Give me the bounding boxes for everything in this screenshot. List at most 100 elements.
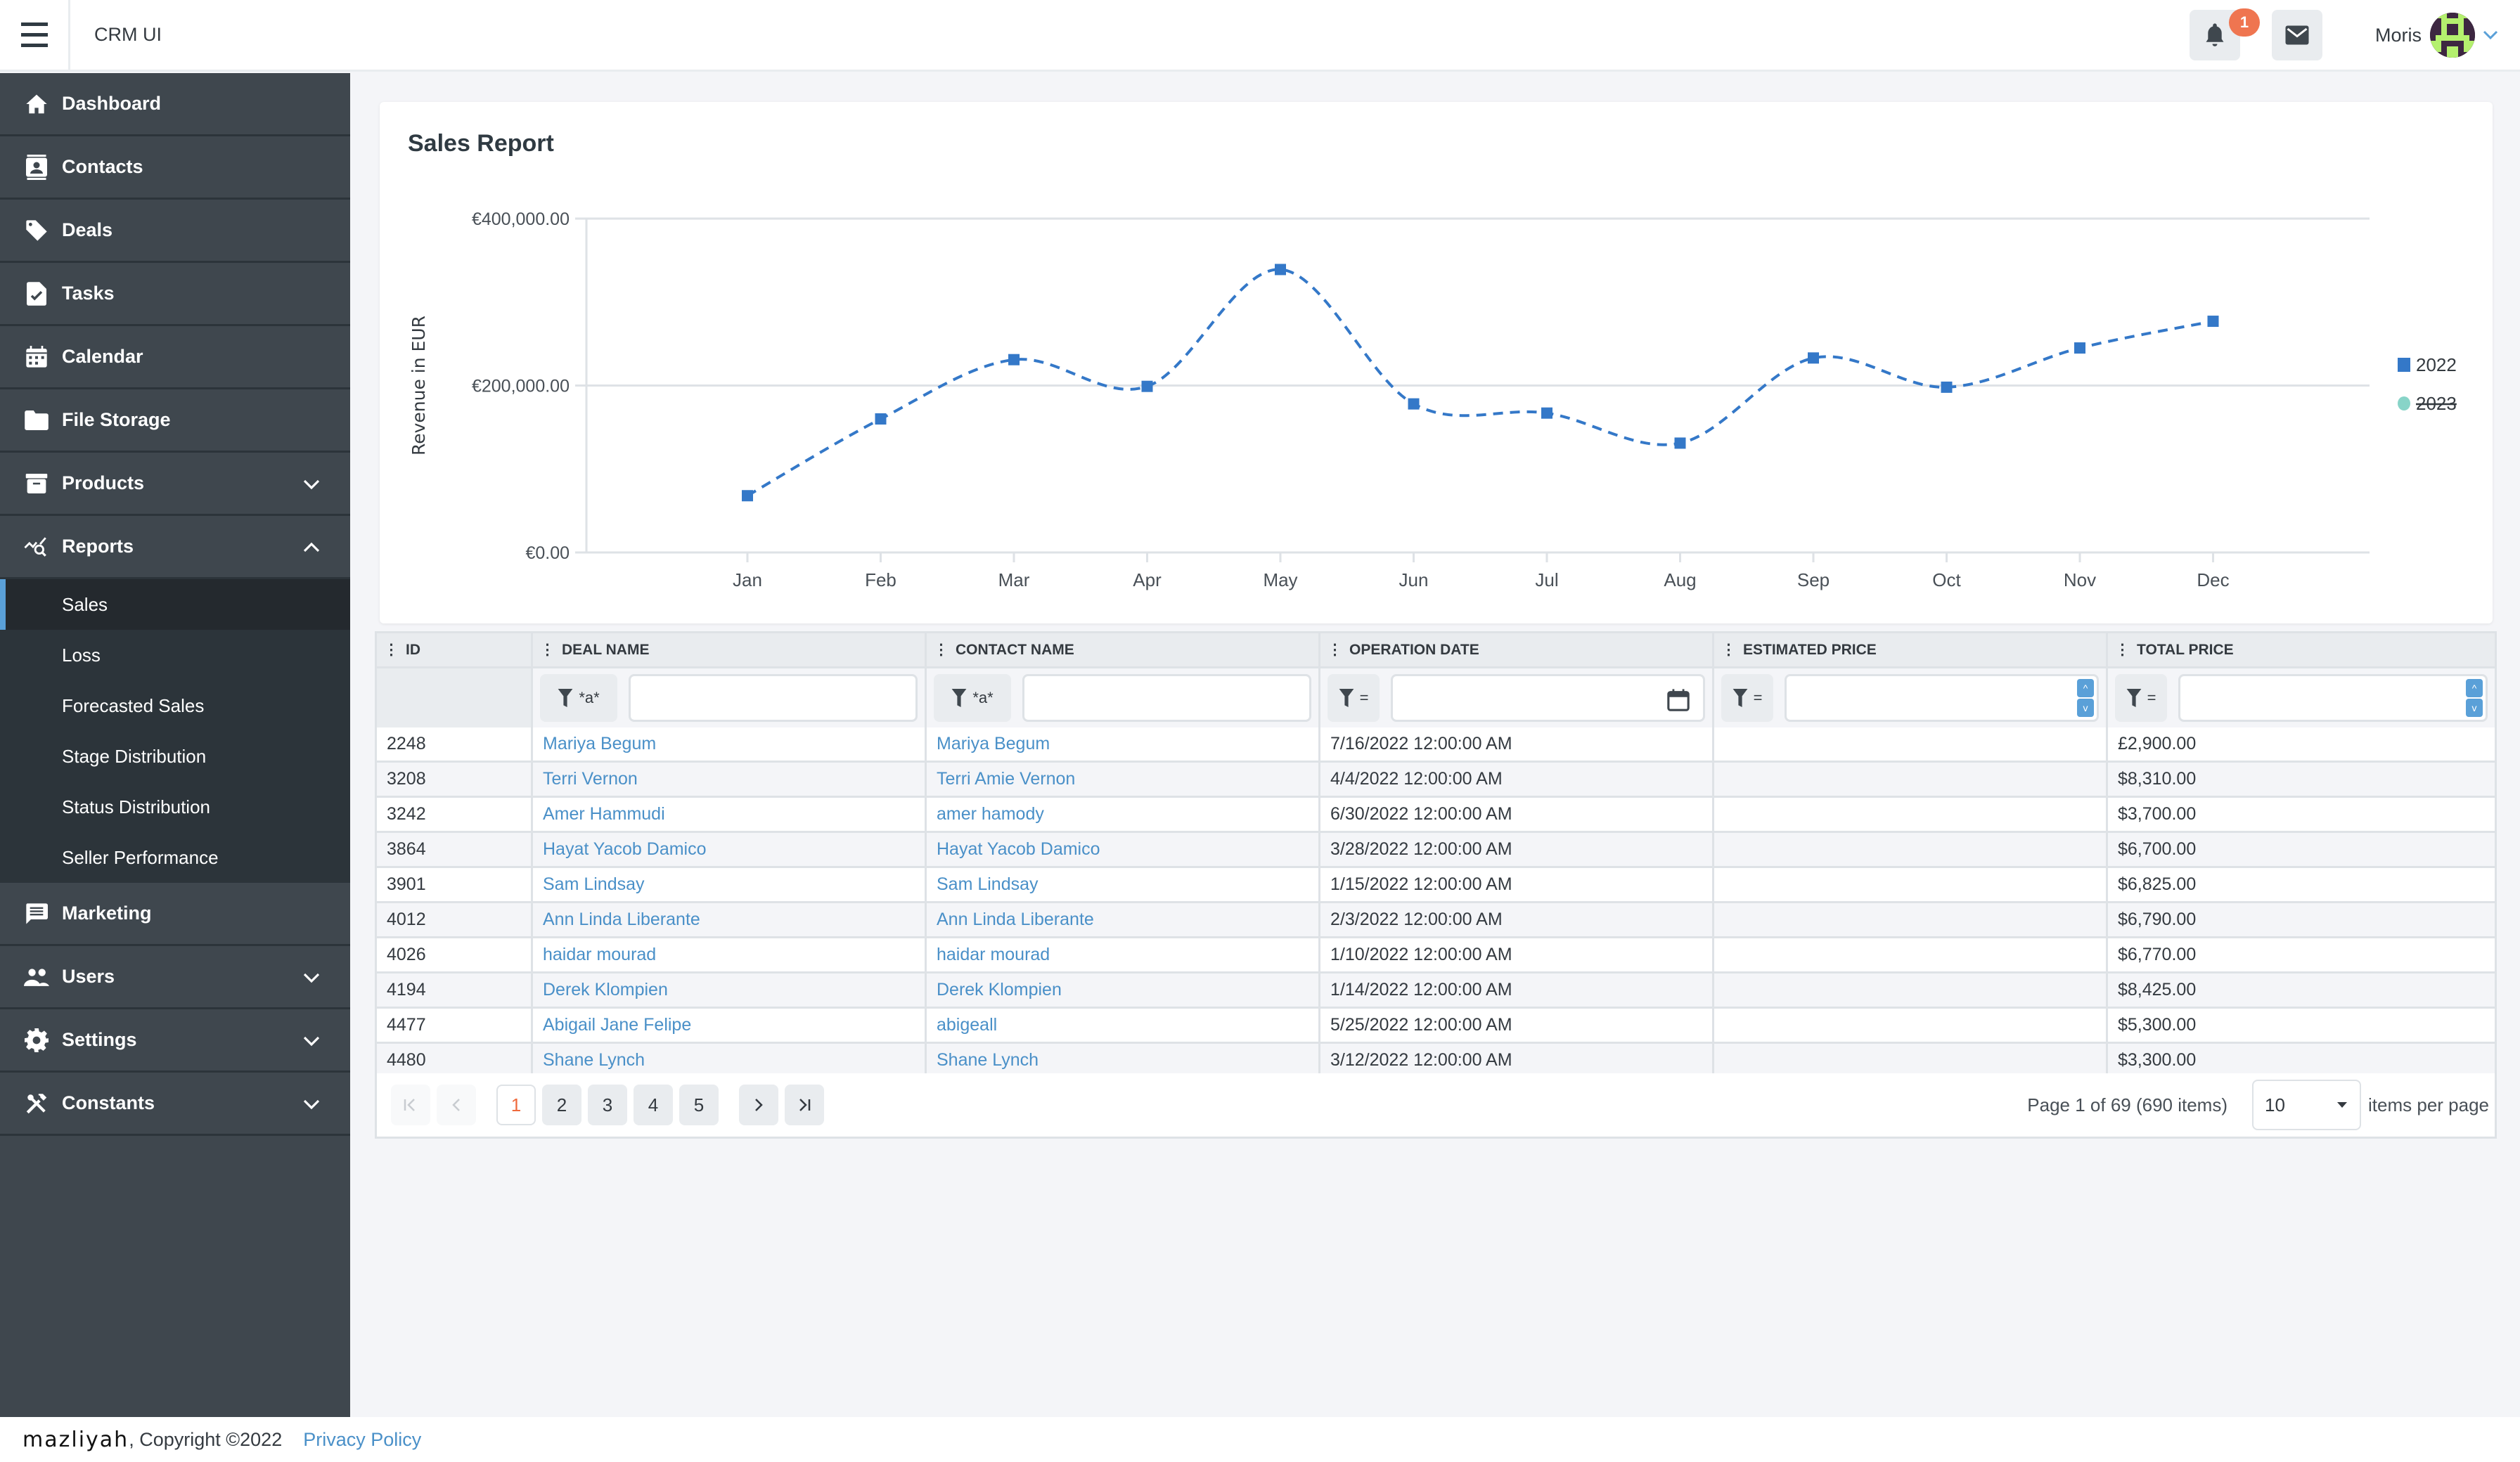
x-tick-label: Oct [1932, 569, 1961, 590]
deal-name-link[interactable]: Abigail Jane Felipe [533, 1009, 927, 1042]
sidebar-item-reports[interactable]: Reports [0, 516, 350, 579]
column-menu-icon[interactable]: ⋮ [540, 641, 555, 659]
sidebar-item-calendar[interactable]: Calendar [0, 326, 350, 389]
column-header-total-price[interactable]: ⋮ Total Price [2108, 633, 2495, 666]
decrement-button[interactable]: v [2466, 699, 2483, 717]
contact-name-link[interactable]: Hayat Yacob Damico [927, 833, 1320, 866]
user-name[interactable]: Moris [2375, 25, 2422, 46]
page-button-2[interactable]: 2 [542, 1085, 581, 1125]
sidebar-item-contacts[interactable]: Contacts [0, 136, 350, 200]
filter-cell-operation-date: = [1320, 668, 1714, 727]
sidebar-item-marketing[interactable]: Marketing [0, 883, 350, 946]
table-row[interactable]: 3208 Terri Vernon Terri Amie Vernon 4/4/202… [377, 763, 2495, 798]
column-menu-icon[interactable]: ⋮ [384, 641, 399, 659]
sidebar-item-constants[interactable]: Constants [0, 1073, 350, 1136]
table-row[interactable]: 3242 Amer Hammudi amer hamody 6/30/2022 12:… [377, 798, 2495, 833]
avatar[interactable] [2430, 13, 2475, 58]
privacy-policy-link[interactable]: Privacy Policy [303, 1429, 421, 1451]
submenu-item-stage-distribution[interactable]: Stage Distribution [0, 731, 350, 782]
next-page-button[interactable] [739, 1085, 778, 1125]
deal-name-link[interactable]: Amer Hammudi [533, 798, 927, 831]
column-header-estimated-price[interactable]: ⋮ Estimated Price [1714, 633, 2108, 666]
deal-name-link[interactable]: Hayat Yacob Damico [533, 833, 927, 866]
deal-name-filter-input[interactable] [629, 674, 918, 722]
table-row[interactable]: 4012 Ann Linda Liberante Ann Linda Liberan… [377, 903, 2495, 938]
table-row[interactable]: 4194 Derek Klompien Derek Klompien 1/14/202… [377, 973, 2495, 1009]
filter-operator-button[interactable]: *a* [934, 674, 1011, 722]
increment-button[interactable]: ^ [2466, 679, 2483, 697]
filter-operator-button[interactable]: = [1721, 674, 1773, 722]
deal-name-link[interactable]: Terri Vernon [533, 763, 927, 796]
table-row[interactable]: 2248 Mariya Begum Mariya Begum 7/16/2022 12… [377, 727, 2495, 763]
column-header-id[interactable]: ⋮ ID [377, 633, 533, 666]
deal-name-link[interactable]: Sam Lindsay [533, 868, 927, 901]
deal-name-link[interactable]: Mariya Begum [533, 727, 927, 761]
contact-name-link[interactable]: Terri Amie Vernon [927, 763, 1320, 796]
sidebar-item-deals[interactable]: Deals [0, 200, 350, 263]
first-page-button[interactable] [391, 1085, 430, 1125]
filter-operator-button[interactable]: *a* [540, 674, 617, 722]
page-button-5[interactable]: 5 [679, 1085, 719, 1125]
column-header-operation-date[interactable]: ⋮ Operation Date [1320, 633, 1714, 666]
table-row[interactable]: 3864 Hayat Yacob Damico Hayat Yacob Damico… [377, 833, 2495, 868]
contact-name-filter-input[interactable] [1022, 674, 1311, 722]
sidebar-item-tasks[interactable]: Tasks [0, 263, 350, 326]
table-row[interactable]: 4477 Abigail Jane Felipe abigeall 5/25/2022… [377, 1009, 2495, 1044]
column-header-deal-name[interactable]: ⋮ Deal Name [533, 633, 927, 666]
x-tick-label: Nov [2064, 569, 2096, 590]
total-price-filter-input[interactable]: ^ v [2178, 674, 2488, 722]
sidebar-item-dashboard[interactable]: Dashboard [0, 73, 350, 136]
estimated-price-filter-input[interactable]: ^ v [1785, 674, 2099, 722]
sidebar-item-users[interactable]: Users [0, 946, 350, 1009]
deal-name-link[interactable]: Derek Klompien [533, 973, 927, 1007]
page-size-select[interactable]: 10 [2252, 1080, 2361, 1130]
sidebar-item-file-storage[interactable]: File Storage [0, 389, 350, 453]
messages-button[interactable] [2272, 10, 2322, 60]
calendar-icon[interactable] [1666, 687, 1690, 713]
column-menu-icon[interactable]: ⋮ [2115, 641, 2130, 659]
contact-name-link[interactable]: Derek Klompien [927, 973, 1320, 1007]
chevron-down-icon[interactable] [2482, 30, 2499, 41]
deal-name-link[interactable]: Ann Linda Liberante [533, 903, 927, 936]
column-title: Deal Name [562, 641, 650, 658]
filter-operator: = [1753, 689, 1763, 706]
column-header-contact-name[interactable]: ⋮ Contact Name [927, 633, 1320, 666]
notifications-button[interactable]: 1 [2190, 8, 2260, 60]
table-row[interactable]: 3901 Sam Lindsay Sam Lindsay 1/15/2022 12:0… [377, 868, 2495, 903]
contact-name-link[interactable]: Shane Lynch [927, 1044, 1320, 1077]
contact-name-link[interactable]: haidar mourad [927, 938, 1320, 971]
contact-name-link[interactable]: Ann Linda Liberante [927, 903, 1320, 936]
increment-button[interactable]: ^ [2077, 679, 2094, 697]
operation-date-filter-input[interactable] [1391, 674, 1705, 722]
last-page-button[interactable] [785, 1085, 824, 1125]
filter-operator-button[interactable]: = [1328, 674, 1380, 722]
deal-name-link[interactable]: haidar mourad [533, 938, 927, 971]
submenu-item-status-distribution[interactable]: Status Distribution [0, 782, 350, 832]
contact-name-link[interactable]: Sam Lindsay [927, 868, 1320, 901]
avatar-image [2430, 13, 2475, 58]
column-menu-icon[interactable]: ⋮ [1721, 641, 1736, 659]
contact-name-link[interactable]: amer hamody [927, 798, 1320, 831]
filter-operator-button[interactable]: = [2115, 674, 2167, 722]
previous-page-button[interactable] [437, 1085, 476, 1125]
submenu-item-loss[interactable]: Loss [0, 630, 350, 680]
submenu-item-forecasted-sales[interactable]: Forecasted Sales [0, 680, 350, 731]
menu-toggle-button[interactable] [0, 0, 70, 70]
page-button-3[interactable]: 3 [588, 1085, 627, 1125]
contact-name-link[interactable]: abigeall [927, 1009, 1320, 1042]
sidebar-item-products[interactable]: Products [0, 453, 350, 516]
column-menu-icon[interactable]: ⋮ [1328, 641, 1342, 659]
column-menu-icon[interactable]: ⋮ [934, 641, 949, 659]
legend-item-2023[interactable]: 2023 [2416, 393, 2457, 414]
sidebar-item-settings[interactable]: Settings [0, 1009, 350, 1073]
table-row[interactable]: 4026 haidar mourad haidar mourad 1/10/2022 … [377, 938, 2495, 973]
submenu-item-sales[interactable]: Sales [0, 579, 350, 630]
chevron-down-icon [303, 973, 320, 983]
page-button-4[interactable]: 4 [634, 1085, 673, 1125]
deal-name-link[interactable]: Shane Lynch [533, 1044, 927, 1077]
contact-name-link[interactable]: Mariya Begum [927, 727, 1320, 761]
submenu-item-seller-performance[interactable]: Seller Performance [0, 832, 350, 883]
decrement-button[interactable]: v [2077, 699, 2094, 717]
legend-item-2022[interactable]: 2022 [2416, 354, 2457, 375]
page-button-1[interactable]: 1 [496, 1085, 536, 1125]
